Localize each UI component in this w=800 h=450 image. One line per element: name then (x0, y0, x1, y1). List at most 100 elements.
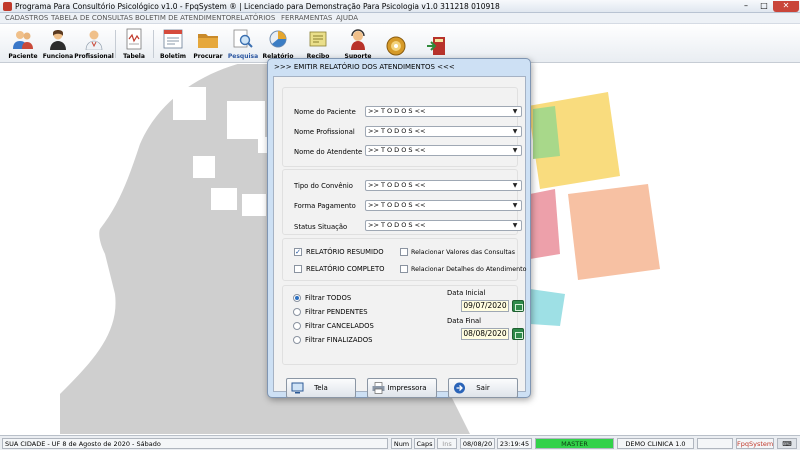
options-group: ✓ RELATÓRIO RESUMIDO RELATÓRIO COMPLETO … (282, 238, 526, 281)
toolbar-procurar-button[interactable]: Procurar (191, 26, 225, 62)
toolbar-backup-button[interactable] (380, 26, 412, 62)
values-checkbox[interactable] (400, 248, 408, 256)
status-select[interactable]: >> T O D O S << ▼ (365, 220, 522, 231)
window-title: Programa Para Consultório Psicológico v1… (15, 2, 500, 11)
summary-checkbox[interactable]: ✓ (294, 248, 302, 256)
date-panel: 08/08/20 (460, 438, 495, 449)
calendar-icon[interactable] (512, 300, 524, 312)
chevron-down-icon: ▼ (512, 147, 518, 154)
end-date-label: Data Final (447, 317, 482, 325)
menu-tabela-consultas[interactable]: TABELA DE CONSULTAS (51, 14, 133, 23)
folder-icon (196, 27, 220, 51)
insert-indicator: Ins (437, 438, 457, 449)
period-group: Filtrar TODOS Filtrar PENDENTES Filtrar … (282, 285, 524, 365)
app-icon (3, 2, 12, 11)
end-date-field[interactable]: 08/08/2020 (461, 328, 509, 340)
title-bar: Programa Para Consultório Psicológico v1… (0, 0, 800, 13)
toolbar-funciona-button[interactable]: Funciona (42, 26, 74, 62)
toolbar-separator (153, 30, 154, 58)
status-label: Status Situação (294, 223, 348, 231)
toolbar-suporte-button[interactable]: Suporte (340, 26, 376, 62)
patient-icon (11, 27, 35, 51)
menu-ajuda[interactable]: AJUDA (336, 14, 358, 23)
blank-panel (697, 438, 733, 449)
exit-arrow-icon (453, 382, 466, 394)
toolbar-exit-button[interactable] (420, 26, 452, 62)
keyboard-icon: ⌨ (777, 438, 797, 449)
maximize-button[interactable]: □ (755, 1, 773, 12)
close-button[interactable]: ✕ (773, 1, 799, 12)
chevron-down-icon: ▼ (512, 222, 518, 229)
filter-pending-radio[interactable] (293, 308, 301, 316)
full-report-checkbox[interactable] (294, 265, 302, 273)
menu-relatorios[interactable]: RELATÓRIOS (231, 14, 275, 23)
filter-finished-radio[interactable] (293, 336, 301, 344)
filter-pending-label: Filtrar PENDENTES (305, 308, 368, 316)
toolbar-profissional-button[interactable]: Profissional (74, 26, 114, 62)
num-lock-indicator: Num (391, 438, 412, 449)
professional-label: Nome Profissional (294, 128, 355, 136)
patient-label: Nome do Paciente (294, 108, 356, 116)
dialog-body: Nome do Paciente >> T O D O S << ▼ Nome P… (273, 76, 526, 398)
report-dialog: >>> EMITIR RELATÓRIO DOS ATENDIMENTOS <<… (267, 58, 531, 398)
payment-select[interactable]: >> T O D O S << ▼ (365, 200, 522, 211)
clinic-name-panel: DEMO CLINICA 1.0 (617, 438, 694, 449)
chevron-down-icon: ▼ (512, 182, 518, 189)
start-date-field[interactable]: 09/07/2020 (461, 300, 509, 312)
values-label: Relacionar Valores das Consultas (411, 249, 515, 256)
chevron-down-icon: ▼ (512, 202, 518, 209)
exit-button[interactable]: Sair (448, 378, 518, 398)
filters-group-billing: Tipo do Convênio >> T O D O S << ▼ Forma … (282, 169, 522, 235)
menu-ferramentas[interactable]: FERRAMENTAS (281, 14, 332, 23)
time-panel: 23:19:45 (497, 438, 532, 449)
toolbar-pesquisa-button[interactable]: Pesquisa (227, 26, 259, 62)
receipt-icon (306, 27, 330, 51)
agreement-select[interactable]: >> T O D O S << ▼ (365, 180, 522, 191)
monitor-icon (291, 382, 304, 394)
chevron-down-icon: ▼ (512, 108, 518, 115)
menu-bar: CADASTROS TABELA DE CONSULTAS BOLETIM DE… (0, 13, 800, 24)
filter-cancelled-radio[interactable] (293, 322, 301, 330)
caps-lock-indicator: Caps (414, 438, 435, 449)
toolbar-recibo-button[interactable]: Recibo (299, 26, 337, 62)
report-icon (266, 27, 290, 51)
status-bar: SUA CIDADE - UF 8 de Agosto de 2020 - Sá… (0, 435, 800, 450)
toolbar-paciente-button[interactable]: Paciente (6, 26, 40, 62)
details-label: Relacionar Detalhes do Atendimento (411, 266, 527, 273)
toolbar-relatorio-button[interactable]: Relatório (261, 26, 295, 62)
table-icon (122, 27, 146, 51)
toolbar-tabela-button[interactable]: Tabela (119, 26, 149, 62)
dialog-title: >>> EMITIR RELATÓRIO DOS ATENDIMENTOS <<… (274, 63, 455, 71)
chevron-down-icon: ▼ (512, 128, 518, 135)
calendar-icon[interactable] (512, 328, 524, 340)
filter-all-radio[interactable] (293, 294, 301, 302)
backup-disc-icon (384, 34, 408, 58)
brand-label: FpqSystem (736, 438, 774, 449)
search-icon (231, 27, 255, 51)
details-checkbox[interactable] (400, 265, 408, 273)
printer-icon (372, 382, 385, 394)
doctor-icon (82, 27, 106, 51)
attendant-label: Nome do Atendente (294, 148, 363, 156)
user-mode-badge: MASTER (535, 438, 614, 449)
location-date-panel: SUA CIDADE - UF 8 de Agosto de 2020 - Sá… (2, 438, 388, 449)
exit-icon (424, 34, 448, 58)
toolbar-boletim-button[interactable]: Boletim (157, 26, 189, 62)
patient-select[interactable]: >> T O D O S << ▼ (365, 106, 522, 117)
menu-boletim[interactable]: BOLETIM DE ATENDIMENTO (135, 14, 231, 23)
attendant-select[interactable]: >> T O D O S << ▼ (365, 145, 522, 156)
toolbar-separator (115, 30, 116, 58)
menu-cadastros[interactable]: CADASTROS (5, 14, 48, 23)
minimize-button[interactable]: – (737, 1, 755, 12)
full-report-label: RELATÓRIO COMPLETO (306, 265, 385, 273)
employee-icon (46, 27, 70, 51)
start-date-label: Data Inicial (447, 289, 486, 297)
payment-label: Forma Pagamento (294, 202, 356, 210)
screen-button[interactable]: Tela (286, 378, 356, 398)
filter-finished-label: Filtrar FINALIZADOS (305, 336, 373, 344)
printer-button[interactable]: Impressora (367, 378, 437, 398)
professional-select[interactable]: >> T O D O S << ▼ (365, 126, 522, 137)
support-icon (346, 27, 370, 51)
filters-group-people: Nome do Paciente >> T O D O S << ▼ Nome P… (282, 87, 522, 167)
agreement-label: Tipo do Convênio (294, 182, 353, 190)
